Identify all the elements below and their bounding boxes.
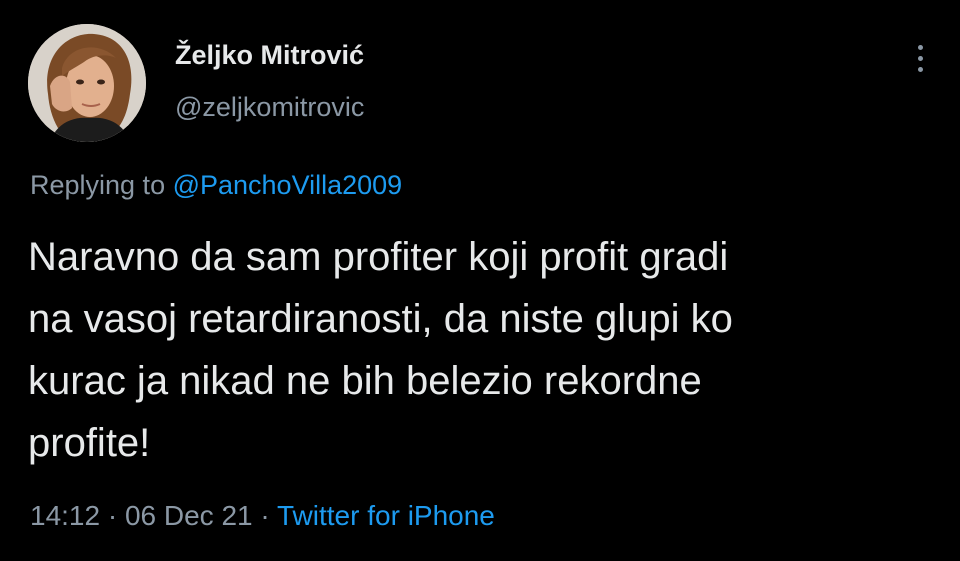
tweet-text: Naravno da sam profiter koji profit grad… bbox=[28, 226, 938, 474]
tweet-time[interactable]: 14:12 bbox=[30, 500, 100, 531]
more-options-icon[interactable] bbox=[908, 40, 932, 76]
meta-separator: · bbox=[252, 500, 277, 531]
tweet-metadata: 14:12 · 06 Dec 21 · Twitter for iPhone bbox=[30, 500, 495, 532]
replying-to-label: Replying to bbox=[30, 170, 173, 200]
meta-separator: · bbox=[100, 500, 125, 531]
tweet-text-line: kurac ja nikad ne bih belezio rekordne bbox=[28, 359, 702, 403]
tweet-text-line: na vasoj retardiranosti, da niste glupi … bbox=[28, 297, 733, 341]
more-dot bbox=[917, 55, 923, 61]
more-dot bbox=[917, 44, 923, 50]
reply-mention-link[interactable]: @PanchoVilla2009 bbox=[173, 170, 403, 200]
tweet: Željko Mitrović @zeljkomitrovic Replying… bbox=[0, 0, 960, 561]
tweet-date[interactable]: 06 Dec 21 bbox=[125, 500, 253, 531]
avatar[interactable] bbox=[28, 24, 146, 142]
more-dot bbox=[917, 66, 923, 72]
tweet-source-link[interactable]: Twitter for iPhone bbox=[277, 500, 495, 531]
tweet-text-line: Naravno da sam profiter koji profit grad… bbox=[28, 235, 729, 279]
author-display-name[interactable]: Željko Mitrović bbox=[175, 40, 364, 71]
tweet-text-line: profite! bbox=[28, 421, 151, 465]
author-handle[interactable]: @zeljkomitrovic bbox=[175, 92, 364, 123]
replying-to: Replying to @PanchoVilla2009 bbox=[30, 170, 402, 201]
